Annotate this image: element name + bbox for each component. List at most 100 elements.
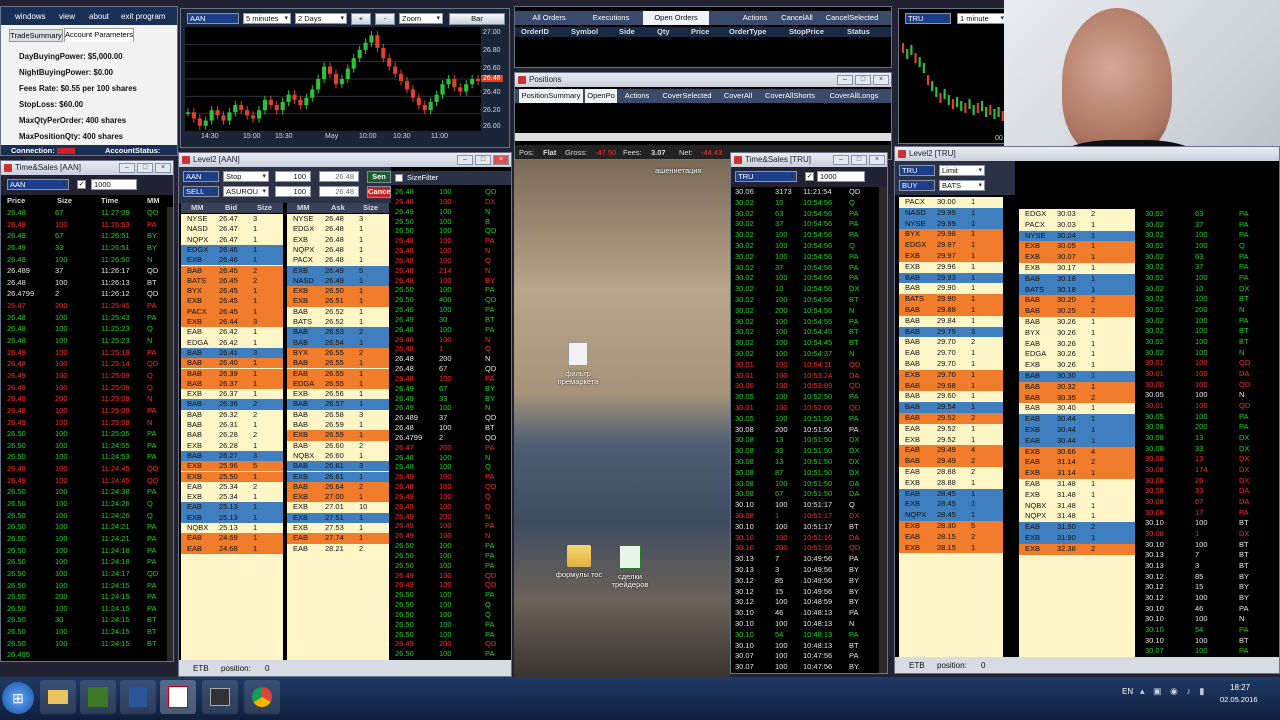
- table-row[interactable]: EXB 29.97 1: [899, 251, 1003, 262]
- table-row[interactable]: EDGA 26.55 1: [287, 378, 389, 390]
- table-row[interactable]: EXB 30.17 1: [1019, 263, 1135, 274]
- table-row[interactable]: 30.02 100 10:54:56 PA: [731, 252, 879, 263]
- table-row[interactable]: 30.02 100 BT: [1143, 326, 1261, 337]
- table-row[interactable]: 30.02 100 Q: [1143, 241, 1261, 252]
- table-row[interactable]: 26.50 100 11:24:15 BT: [1, 638, 167, 650]
- table-row[interactable]: EAB 31.48 1: [1019, 479, 1135, 490]
- table-row[interactable]: 30.08 13 DX: [1143, 433, 1261, 444]
- table-row[interactable]: 26.495: [1, 649, 167, 661]
- table-row[interactable]: BAB 26.41 3: [181, 347, 283, 359]
- table-row[interactable]: EAB 28.45 1: [899, 488, 1003, 500]
- table-row[interactable]: 26.50 100 11:24:15 PA: [1, 580, 167, 592]
- table-row[interactable]: BAB 29.84 1: [899, 315, 1003, 327]
- chrome-icon[interactable]: [244, 680, 280, 714]
- maximize-button[interactable]: □: [475, 155, 491, 165]
- table-row[interactable]: EXB 29.96 1: [899, 261, 1003, 273]
- table-row[interactable]: 30.08 33 DX: [1143, 444, 1261, 455]
- col-qty[interactable]: Qty: [657, 27, 670, 37]
- table-row[interactable]: NQBX 26.60 1: [287, 450, 389, 462]
- l2-tru-side-select[interactable]: BUY: [899, 180, 935, 191]
- table-row[interactable]: 30.01 100 10:54:11 QD: [731, 360, 879, 371]
- table-row[interactable]: BAB 30.26 1: [1019, 317, 1135, 328]
- table-row[interactable]: EAB 31.90 2: [1019, 522, 1135, 533]
- table-row[interactable]: NQBX 25.13 1: [181, 523, 283, 534]
- clock-date[interactable]: 02.05.2016: [1220, 695, 1258, 704]
- table-row[interactable]: 26.49 100 11:25:09 PA: [1, 405, 167, 417]
- table-row[interactable]: BAB 26.58 3: [287, 409, 389, 420]
- table-row[interactable]: 26.50 100 QD: [393, 226, 505, 236]
- table-row[interactable]: 30.00 100 QD: [1143, 380, 1261, 391]
- table-row[interactable]: 26.49 100 11:25:19 PA: [1, 347, 167, 359]
- table-row[interactable]: EXB 26.45 1: [181, 296, 283, 307]
- table-row[interactable]: EXB 26.51 1: [287, 296, 389, 307]
- table-row[interactable]: NYSE 26.48 3: [287, 214, 389, 225]
- table-row[interactable]: 26.50 100 11:24:55 PA: [1, 440, 167, 452]
- tray-icons[interactable]: ▴ ▣ ◉ ♪ ▮: [1140, 686, 1207, 697]
- table-row[interactable]: 26.48 100 PA: [393, 325, 505, 335]
- table-row[interactable]: 26.489 37 QD: [393, 413, 505, 423]
- maximize-button[interactable]: □: [137, 163, 153, 173]
- tab-open-orders[interactable]: Open Orders: [643, 11, 709, 25]
- table-row[interactable]: 26.4799 2 11:26:12 QD: [1, 288, 167, 300]
- table-row[interactable]: 26.49 67 11:26:51 BY: [1, 230, 167, 242]
- col-bid[interactable]: Bid: [225, 203, 237, 213]
- close-button[interactable]: ×: [869, 155, 885, 165]
- table-row[interactable]: 30.05 100 N: [1143, 390, 1261, 401]
- l2-aan-side-select[interactable]: SELL: [183, 186, 219, 197]
- table-row[interactable]: 30.02 100 10:54:55 PA: [731, 317, 879, 328]
- table-row[interactable]: BAB 29.70 2: [899, 337, 1003, 349]
- table-row[interactable]: BAB 26.60 2: [287, 440, 389, 451]
- table-row[interactable]: 26.47 200 11:25:45 PA: [1, 300, 167, 312]
- table-row[interactable]: 30.07 100 PA: [1143, 646, 1261, 657]
- table-row[interactable]: 30.01 100 10:53:24 DA: [731, 371, 879, 382]
- ts-tru-symbol-select[interactable]: TRU: [735, 171, 797, 182]
- table-row[interactable]: EXB 28.15 1: [899, 542, 1003, 554]
- table-row[interactable]: NYSE 30.04 1: [1019, 230, 1135, 242]
- table-row[interactable]: EAB 29.52 1: [899, 423, 1003, 435]
- col-mm[interactable]: MM: [147, 196, 160, 206]
- table-row[interactable]: EXB 29.52 1: [899, 434, 1003, 446]
- col-side[interactable]: Side: [619, 27, 635, 37]
- table-row[interactable]: EAB 24.68 1: [181, 543, 283, 554]
- table-row[interactable]: BAB 30.32 1: [1019, 381, 1135, 393]
- table-row[interactable]: EAB 30.44 1: [1019, 435, 1135, 447]
- table-row[interactable]: BATS 29.90 1: [899, 294, 1003, 305]
- table-row[interactable]: 30.10 100 N: [1143, 614, 1261, 625]
- table-row[interactable]: 30.02 100 PA: [1143, 230, 1261, 241]
- cover-all-button[interactable]: CoverAll: [719, 89, 757, 103]
- col-stop-price[interactable]: StopPrice: [789, 27, 824, 37]
- table-row[interactable]: EAB 26.55 1: [287, 368, 389, 379]
- ts-tru-scrollbar[interactable]: [879, 187, 887, 673]
- table-row[interactable]: 26.50 100 11:25:05 PA: [1, 428, 167, 440]
- table-row[interactable]: NQPX 31.48 1: [1019, 511, 1135, 523]
- table-row[interactable]: EXB 26.56 1: [287, 389, 389, 400]
- table-row[interactable]: BAB 26.59 1: [287, 420, 389, 431]
- table-row[interactable]: 26.49 30 BT: [393, 315, 505, 325]
- keyboard-language[interactable]: EN: [1122, 687, 1133, 696]
- col-price[interactable]: Price: [7, 196, 25, 206]
- table-row[interactable]: 26.48 100 N: [393, 246, 505, 256]
- table-row[interactable]: BAB 26.36 2: [181, 399, 283, 410]
- table-row[interactable]: 26.48 200 N: [393, 354, 505, 364]
- col-price[interactable]: Price: [691, 27, 709, 37]
- table-row[interactable]: EAB 31.14 2: [1019, 457, 1135, 469]
- table-row[interactable]: 30.10 54 10:48:13 PA: [731, 630, 879, 641]
- l2-aan-qty2-input[interactable]: 100: [275, 186, 311, 197]
- table-row[interactable]: 26.50 100 11:24:18 PA: [1, 556, 167, 568]
- table-row[interactable]: PACX 30.03 1: [1019, 219, 1135, 231]
- desktop-icon-premarket-filter[interactable]: фильтр премаркета: [550, 342, 606, 386]
- minimize-button[interactable]: –: [119, 163, 135, 173]
- table-row[interactable]: 30.02 63 10:54:56 PA: [731, 209, 879, 220]
- table-row[interactable]: 30.10 54 PA: [1143, 625, 1261, 636]
- table-row[interactable]: 30.08 13 DX: [1143, 454, 1261, 465]
- table-row[interactable]: BAB 26.40 1: [181, 358, 283, 369]
- table-row[interactable]: BAB 26.45 2: [181, 265, 283, 276]
- table-row[interactable]: BAB 29.52 2: [899, 413, 1003, 424]
- chart-range-select[interactable]: 2 Days: [295, 13, 347, 24]
- table-row[interactable]: PACX 30.00 1: [899, 197, 1003, 208]
- table-row[interactable]: 26.50 100 11:24:15 PA: [1, 603, 167, 615]
- table-row[interactable]: 30.12 100 BY: [1143, 593, 1261, 604]
- table-row[interactable]: 26.47 200 PA: [393, 443, 505, 453]
- table-row[interactable]: 30.07 100 10:47:56 PA: [731, 651, 879, 662]
- table-row[interactable]: 26.49 100 11:26:53 PA: [1, 219, 167, 231]
